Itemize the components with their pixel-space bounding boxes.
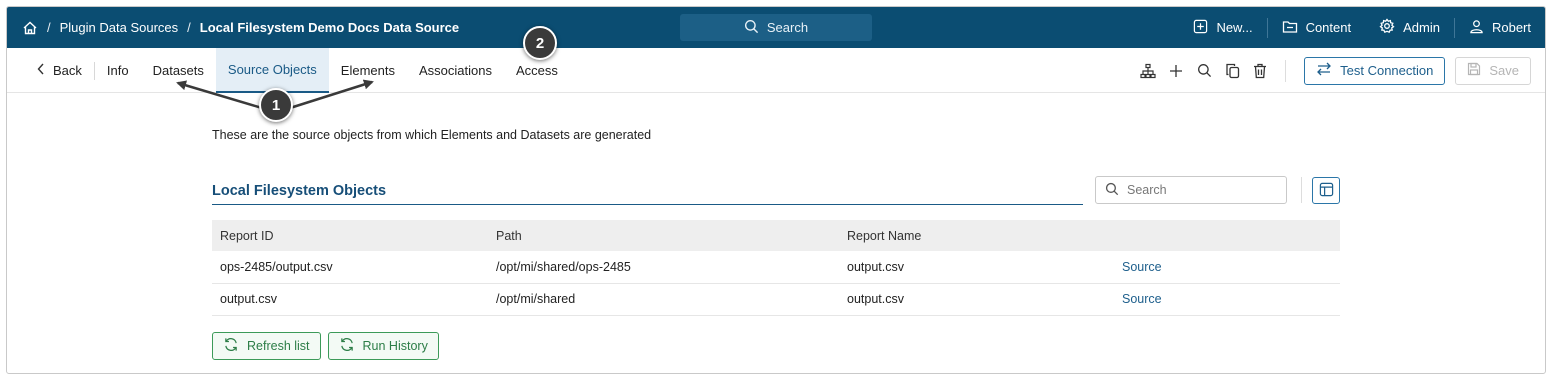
annotation-badge: 2 bbox=[523, 26, 557, 60]
plus-icon[interactable] bbox=[1167, 62, 1185, 80]
report-name-cell: output.csv bbox=[839, 283, 1114, 316]
table-row: ops-2485/output.csv /opt/mi/shared/ops-2… bbox=[212, 251, 1340, 284]
top-bar: / Plugin Data Sources / Local Filesystem… bbox=[7, 7, 1545, 48]
table-actions: Refresh list Run History bbox=[212, 332, 439, 360]
report-id-cell: output.csv bbox=[212, 283, 488, 316]
top-nav: New... Content Admin Robert bbox=[1179, 7, 1545, 48]
annotation-badge: 1 bbox=[259, 88, 293, 122]
intro-text: These are the source objects from which … bbox=[212, 128, 652, 142]
new-menu-label: New... bbox=[1216, 20, 1253, 35]
test-connection-button[interactable]: Test Connection bbox=[1304, 56, 1446, 85]
tab-toolbar: Back Info Datasets Source Objects Elemen… bbox=[7, 48, 1545, 93]
table-header-row: Report ID Path Report Name bbox=[212, 220, 1340, 251]
report-id-cell: ops-2485/output.csv bbox=[212, 251, 488, 284]
table-search[interactable] bbox=[1095, 176, 1287, 204]
global-search[interactable]: Search bbox=[680, 14, 872, 41]
column-layout-button[interactable] bbox=[1312, 177, 1340, 204]
tab-strip: Back Info Datasets Source Objects Elemen… bbox=[29, 48, 570, 93]
copy-icon[interactable] bbox=[1223, 62, 1241, 80]
divider bbox=[1301, 177, 1302, 203]
home-icon[interactable] bbox=[22, 20, 38, 36]
table-row: output.csv /opt/mi/shared output.csv Sou… bbox=[212, 283, 1340, 316]
new-menu[interactable]: New... bbox=[1179, 7, 1266, 48]
save-icon bbox=[1467, 62, 1481, 79]
column-header[interactable]: Path bbox=[488, 220, 839, 251]
user-name: Robert bbox=[1491, 20, 1531, 35]
path-cell: /opt/mi/shared/ops-2485 bbox=[488, 251, 839, 284]
refresh-icon bbox=[339, 337, 355, 355]
path-cell: /opt/mi/shared bbox=[488, 283, 839, 316]
breadcrumb-separator: / bbox=[47, 20, 51, 35]
user-icon bbox=[1469, 19, 1484, 37]
table-layout-icon bbox=[1319, 182, 1334, 200]
tab-info[interactable]: Info bbox=[95, 48, 141, 93]
back-label: Back bbox=[53, 63, 82, 78]
column-header bbox=[1114, 220, 1340, 251]
global-search-label: Search bbox=[766, 20, 809, 35]
section-title: Local Filesystem Objects bbox=[212, 183, 1083, 205]
swap-icon bbox=[1316, 62, 1332, 79]
save-button[interactable]: Save bbox=[1455, 56, 1531, 85]
test-connection-label: Test Connection bbox=[1340, 63, 1434, 78]
refresh-icon bbox=[223, 337, 239, 355]
breadcrumb-plugin-data-sources[interactable]: Plugin Data Sources bbox=[60, 20, 179, 35]
hierarchy-icon[interactable] bbox=[1139, 62, 1157, 80]
breadcrumb-current: Local Filesystem Demo Docs Data Source bbox=[199, 20, 460, 35]
folder-icon bbox=[1282, 19, 1298, 37]
breadcrumb: / Plugin Data Sources / Local Filesystem… bbox=[22, 7, 459, 48]
toolbar-actions: Test Connection Save bbox=[1139, 48, 1531, 93]
content-menu-label: Content bbox=[1305, 20, 1352, 35]
search-icon bbox=[1105, 182, 1119, 199]
source-link[interactable]: Source bbox=[1114, 283, 1340, 316]
admin-menu-label: Admin bbox=[1403, 20, 1440, 35]
search-icon[interactable] bbox=[1195, 62, 1213, 80]
user-menu[interactable]: Robert bbox=[1455, 7, 1545, 48]
table-search-input[interactable] bbox=[1127, 183, 1267, 197]
source-link[interactable]: Source bbox=[1114, 251, 1340, 284]
tab-associations[interactable]: Associations bbox=[407, 48, 504, 93]
app-window: / Plugin Data Sources / Local Filesystem… bbox=[6, 6, 1546, 374]
search-icon bbox=[744, 19, 759, 37]
column-header[interactable]: Report ID bbox=[212, 220, 488, 251]
gear-icon bbox=[1379, 18, 1395, 37]
column-header[interactable]: Report Name bbox=[839, 220, 1114, 251]
divider bbox=[1285, 59, 1287, 82]
run-history-label: Run History bbox=[362, 339, 428, 353]
save-label: Save bbox=[1489, 63, 1519, 78]
breadcrumb-separator: / bbox=[187, 20, 191, 35]
tab-source-objects[interactable]: Source Objects bbox=[215, 48, 329, 93]
chevron-left-icon bbox=[37, 63, 45, 78]
run-history-button[interactable]: Run History bbox=[327, 332, 439, 360]
admin-menu[interactable]: Admin bbox=[1365, 7, 1454, 48]
source-objects-table: Report ID Path Report Name ops-2485/outp… bbox=[212, 220, 1340, 316]
tab-elements[interactable]: Elements bbox=[329, 48, 407, 93]
refresh-list-button[interactable]: Refresh list bbox=[212, 332, 321, 360]
content-menu[interactable]: Content bbox=[1268, 7, 1366, 48]
back-button[interactable]: Back bbox=[29, 48, 94, 93]
tab-datasets[interactable]: Datasets bbox=[141, 48, 216, 93]
refresh-list-label: Refresh list bbox=[247, 339, 310, 353]
trash-icon[interactable] bbox=[1251, 62, 1269, 80]
plus-square-icon bbox=[1193, 19, 1208, 37]
report-name-cell: output.csv bbox=[839, 251, 1114, 284]
